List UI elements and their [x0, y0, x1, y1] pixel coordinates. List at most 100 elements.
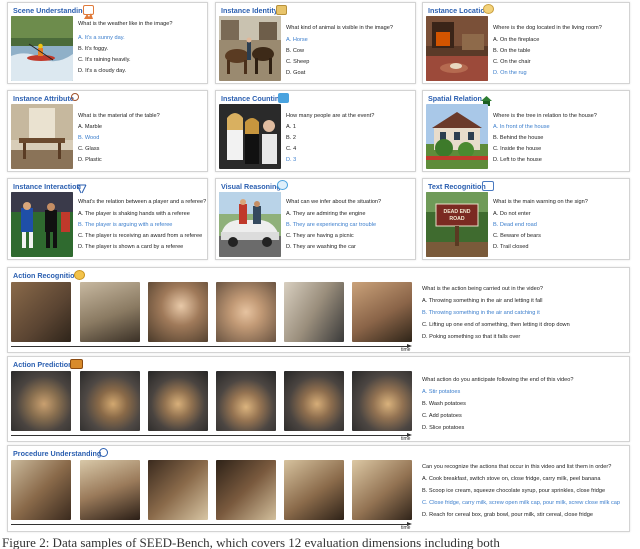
panel-title: Instance Identity	[221, 6, 278, 15]
option-d: D. Poking something so that it falls ove…	[422, 334, 521, 340]
timeline-label: time	[401, 525, 411, 531]
option-d: D. 3	[286, 157, 297, 163]
scene-image-living-room	[426, 16, 488, 81]
panel-title: Instance Location	[428, 6, 490, 15]
option-c: C. Beware of bears	[493, 233, 541, 239]
panel-action-recognition: Action Recognition time What is the acti…	[7, 267, 630, 353]
panel-title: Visual Reasoning	[221, 182, 281, 191]
question: What is the main warning on the sign?	[493, 199, 588, 205]
option-b: B. Scoop ice cream, squeeze chocolate sy…	[422, 488, 606, 494]
video-frame-4	[216, 371, 276, 431]
question: What can we infer about the situation?	[286, 199, 382, 205]
option-d: D. Goat	[286, 70, 306, 76]
video-frame-4	[216, 282, 276, 342]
video-frame-3	[148, 460, 208, 520]
panel-title: Spatial Relation	[428, 94, 482, 103]
panel-title: Procedure Understanding	[13, 449, 102, 458]
option-b: B. It's foggy.	[78, 46, 109, 52]
panel-visual-reasoning: Visual Reasoning What can we infer about…	[215, 178, 416, 260]
timeline-axis	[11, 346, 409, 347]
option-a: A. Stir potatoes	[422, 389, 461, 395]
video-frame-3	[148, 282, 208, 342]
option-a: A. On the fireplace	[493, 37, 540, 43]
option-a: A. Throwing something in the air and let…	[422, 298, 543, 304]
video-frame-5	[284, 282, 344, 342]
panel-procedure-understanding: Procedure Understanding time Can you rec…	[7, 445, 630, 532]
timeline-label: time	[401, 436, 411, 442]
panel-action-prediction: Action Prediction time What action do yo…	[7, 356, 630, 442]
video-frame-5	[284, 371, 344, 431]
question: Where is the tree in relation to the hou…	[493, 113, 597, 119]
option-d: D. Left to the house	[493, 157, 542, 163]
option-c: C. They are having a picnic	[286, 233, 354, 239]
option-c: C. Inside the house	[493, 146, 542, 152]
scene-image-table	[11, 104, 73, 169]
option-c: C. 4	[286, 146, 297, 152]
option-c: C. On the chair	[493, 59, 531, 65]
panel-instance-identity: Instance Identity What kind of animal is…	[215, 2, 416, 84]
video-frame-1	[11, 371, 71, 431]
panel-title: Action Recognition	[13, 271, 79, 280]
option-a: A. Do not enter	[493, 211, 531, 217]
question: What is the material of the table?	[78, 113, 160, 119]
option-a: A. The player is shaking hands with a re…	[78, 211, 190, 217]
landscape-icon	[83, 5, 94, 19]
panel-title: Instance Counting	[221, 94, 284, 103]
cycle-arrows-icon	[99, 448, 108, 457]
option-d: D. It's a cloudy day.	[78, 68, 127, 74]
question: What is the weather like in the image?	[78, 21, 173, 27]
question: What action do you anticipate following …	[422, 377, 574, 383]
timeline-label: time	[401, 347, 411, 353]
id-card-icon	[276, 5, 287, 15]
option-b: B. Dead end road	[493, 222, 537, 228]
option-c: C. Close fridge, carry milk, screw open …	[422, 500, 621, 506]
house-tree-icon	[481, 93, 492, 106]
counter-icon	[278, 93, 289, 103]
option-c: C. Add potatoes	[422, 413, 462, 419]
panel-title: Action Prediction	[13, 360, 73, 369]
question: Where is the dog located in the living r…	[493, 25, 602, 31]
option-a: A. Marble	[78, 124, 102, 130]
sign-text-line-2: ROAD	[449, 216, 465, 222]
option-b: B. Cow	[286, 48, 305, 54]
option-c: C. Lifting up one end of something, then…	[422, 322, 570, 328]
video-frame-1	[11, 282, 71, 342]
scene-image-soccer	[11, 192, 73, 257]
question: What kind of animal is visible in the im…	[286, 25, 393, 31]
running-person-icon	[74, 270, 85, 280]
video-frame-6	[352, 371, 412, 431]
panel-title: Instance Attribute	[13, 94, 74, 103]
video-frame-5	[284, 460, 344, 520]
option-c: C. The player is receiving an award from…	[78, 233, 203, 239]
option-b: B. They are experiencing car trouble	[286, 222, 377, 228]
video-frame-3	[148, 371, 208, 431]
option-a: A. It's a sunny day.	[78, 35, 125, 41]
panel-title: Instance Interaction	[13, 182, 81, 191]
ocr-icon	[482, 181, 494, 191]
option-a: A. Cook breakfast, switch stove on, clos…	[422, 476, 601, 482]
figure-caption: Figure 2: Data samples of SEED-Bench, wh…	[2, 535, 500, 549]
scene-image-people	[219, 104, 281, 169]
film-icon	[70, 359, 83, 369]
question: What's the relation between a player and…	[78, 199, 207, 205]
option-a: A. 1	[286, 124, 296, 130]
panel-text-recognition: Text Recognition DEAD END ROAD What is t…	[422, 178, 630, 260]
option-d: D. The player is shown a card by a refer…	[78, 244, 184, 250]
question: Can you recognize the actions that occur…	[422, 464, 612, 470]
panel-spatial-relation: Spatial Relation Where is the tree in re…	[422, 90, 630, 172]
timeline-axis	[11, 435, 409, 436]
option-a: A. They are admiring the engine	[286, 211, 366, 217]
option-b: B. On the table	[493, 48, 531, 54]
option-b: B. The player is arguing with a referee	[78, 222, 173, 228]
option-d: D. Plastic	[78, 157, 102, 163]
brain-icon	[277, 180, 288, 190]
scene-image-horses	[219, 16, 281, 81]
interaction-icon	[76, 181, 87, 194]
option-d: D. Slice potatoes	[422, 425, 465, 431]
option-d: D. Trail closed	[493, 244, 529, 250]
panel-scene-understanding: Scene Understanding What is the weather …	[7, 2, 208, 84]
option-b: B. Wood	[78, 135, 100, 141]
panel-instance-counting: Instance Counting How many people are at…	[215, 90, 416, 172]
option-b: B. 2	[286, 135, 296, 141]
scene-image-house	[426, 104, 488, 169]
